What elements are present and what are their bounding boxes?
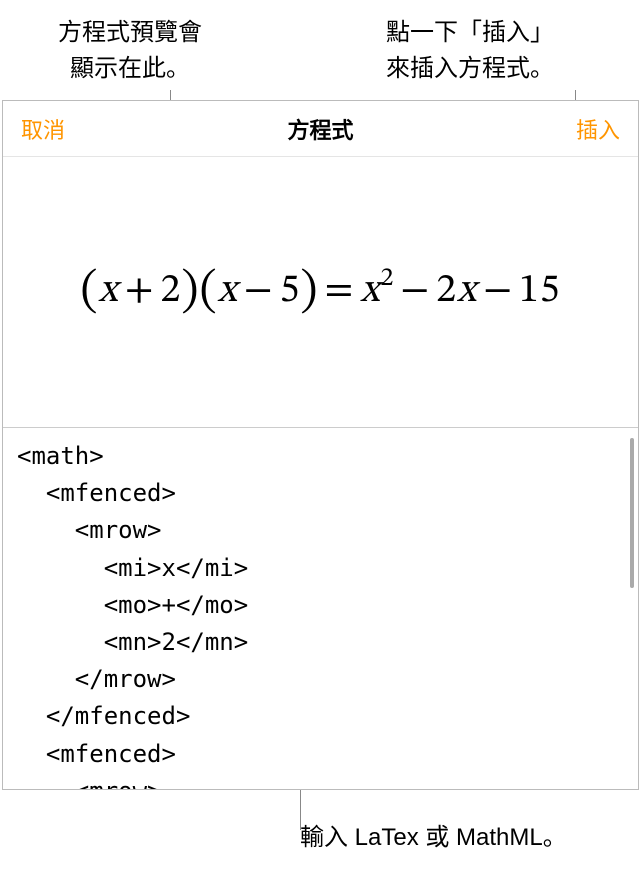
rendered-equation: (x+2)(x−5)=x2−2x−15 <box>80 262 560 322</box>
callout-preview: 方程式預覽會顯示在此。 <box>25 15 235 87</box>
toolbar: 取消 方程式 插入 <box>3 101 638 157</box>
panel-title: 方程式 <box>287 113 353 145</box>
equation-editor-panel: 取消 方程式 插入 (x+2)(x−5)=x2−2x−15 <math> <mf… <box>2 100 639 790</box>
insert-button[interactable]: 插入 <box>576 113 620 145</box>
callout-input: 輸入 LaTex 或 MathML。 <box>300 820 567 856</box>
cancel-button[interactable]: 取消 <box>21 113 65 145</box>
mathml-input[interactable]: <math> <mfenced> <mrow> <mi>x</mi> <mo>+… <box>3 428 638 789</box>
callout-insert: 點一下「插入」來插入方程式。 <box>340 15 600 87</box>
equation-preview-area: (x+2)(x−5)=x2−2x−15 <box>3 157 638 427</box>
editor-container: <math> <mfenced> <mrow> <mi>x</mi> <mo>+… <box>3 427 638 789</box>
scrollbar[interactable] <box>630 438 634 588</box>
